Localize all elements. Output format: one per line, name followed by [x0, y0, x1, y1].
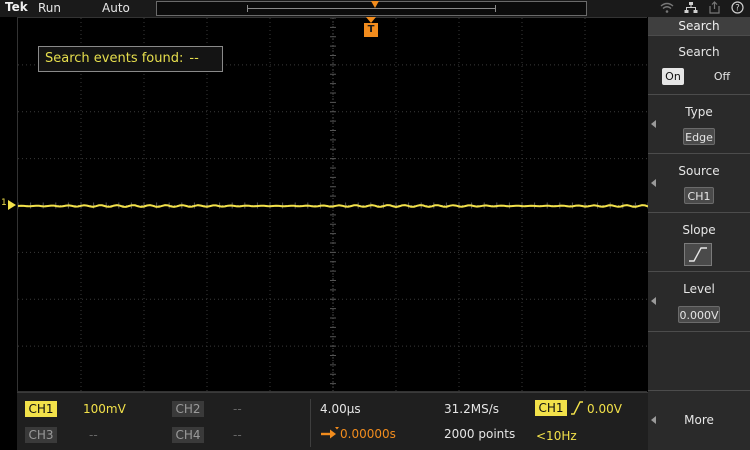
help-icon[interactable]: ?	[731, 1, 744, 16]
source-expand-icon	[651, 179, 656, 187]
top-icons: ?	[660, 1, 744, 16]
ch2-badge[interactable]: CH2	[172, 401, 204, 417]
level-label: Level	[683, 282, 715, 296]
source-label: Source	[678, 164, 720, 178]
record-length[interactable]: 2000 points	[444, 427, 515, 441]
search-toggle-label: Search	[678, 45, 720, 59]
ch3-badge[interactable]: CH3	[25, 427, 57, 443]
record-view-right-bracket	[495, 5, 496, 12]
search-slope-section[interactable]: Slope	[648, 212, 750, 271]
type-expand-icon	[651, 120, 656, 128]
search-level-section[interactable]: Level 0.000V	[648, 271, 750, 331]
search-on-button[interactable]: On	[662, 68, 684, 85]
more-section[interactable]: More	[648, 390, 750, 450]
ch1-offset-marker[interactable]: 1	[0, 198, 17, 211]
ch4-badge[interactable]: CH4	[172, 427, 204, 443]
search-results-readout[interactable]: Search events found: --	[38, 46, 223, 72]
slope-label: Slope	[682, 223, 716, 237]
trigger-level[interactable]: 0.00V	[587, 402, 622, 416]
panel-title: Search	[648, 17, 750, 35]
type-label: Type	[685, 105, 713, 119]
ch2-scale[interactable]: --	[233, 402, 242, 416]
level-value[interactable]: 0.000V	[678, 306, 720, 323]
trigger-slope-icon	[569, 400, 585, 419]
search-results-value: --	[189, 51, 199, 66]
waveform-display[interactable]	[17, 17, 648, 393]
source-value[interactable]: CH1	[684, 187, 714, 204]
trigger-marker-label: T	[364, 23, 378, 37]
ch1-marker-label: 1	[1, 198, 7, 208]
channel-row-2: CH3 -- CH4 --	[17, 427, 307, 447]
record-trigger-marker	[371, 1, 379, 8]
ch1-scale[interactable]: 100mV	[83, 402, 126, 416]
more-label: More	[684, 413, 714, 427]
acquisition-state[interactable]: Run	[38, 1, 61, 15]
type-value[interactable]: Edge	[683, 128, 715, 145]
level-expand-icon	[651, 297, 656, 305]
search-side-panel: Search Search On Off Type Edge Source CH…	[648, 17, 750, 450]
horizontal-position: 0.00000s	[340, 427, 396, 441]
search-toggle-section[interactable]: Search On Off	[648, 35, 750, 94]
brand-logo: Tek	[5, 0, 28, 14]
search-source-section[interactable]: Source CH1	[648, 153, 750, 212]
trigger-source-badge[interactable]: CH1	[535, 400, 567, 416]
trigger-frequency[interactable]: <10Hz	[536, 429, 577, 443]
trigger-mode[interactable]: Auto	[102, 1, 130, 15]
sample-rate[interactable]: 31.2MS/s	[444, 402, 499, 416]
search-results-label: Search events found:	[45, 51, 184, 66]
ch1-marker-arrow-icon	[8, 200, 16, 210]
horizontal-position-readout[interactable]: 0.00000s	[320, 427, 396, 441]
graticule	[18, 18, 648, 393]
wifi-icon[interactable]	[660, 1, 674, 16]
top-status-bar: Tek Run Auto ?	[0, 0, 750, 17]
network-icon[interactable]	[684, 1, 698, 16]
search-off-button[interactable]: Off	[710, 68, 734, 85]
bottom-separator	[310, 399, 311, 447]
ch4-scale[interactable]: --	[233, 428, 242, 442]
search-type-section[interactable]: Type Edge	[648, 94, 750, 153]
horizontal-position-icon	[321, 427, 339, 439]
panel-empty-section	[648, 331, 750, 390]
rising-edge-icon[interactable]	[684, 243, 712, 266]
ch1-badge[interactable]: CH1	[25, 401, 57, 417]
bottom-readout-bar: CH1 100mV CH2 -- CH3 -- CH4 -- 4.00µs 31…	[17, 392, 648, 450]
record-view-left-bracket	[247, 5, 248, 12]
svg-text:?: ?	[735, 4, 740, 14]
trigger-position-marker[interactable]: T	[364, 17, 378, 39]
share-icon[interactable]	[708, 1, 721, 16]
horizontal-scale[interactable]: 4.00µs	[320, 402, 361, 416]
record-view-bar[interactable]	[156, 1, 587, 16]
record-view-line	[247, 8, 496, 9]
ch3-scale[interactable]: --	[89, 428, 98, 442]
channel-row-1: CH1 100mV CH2 --	[17, 401, 307, 421]
